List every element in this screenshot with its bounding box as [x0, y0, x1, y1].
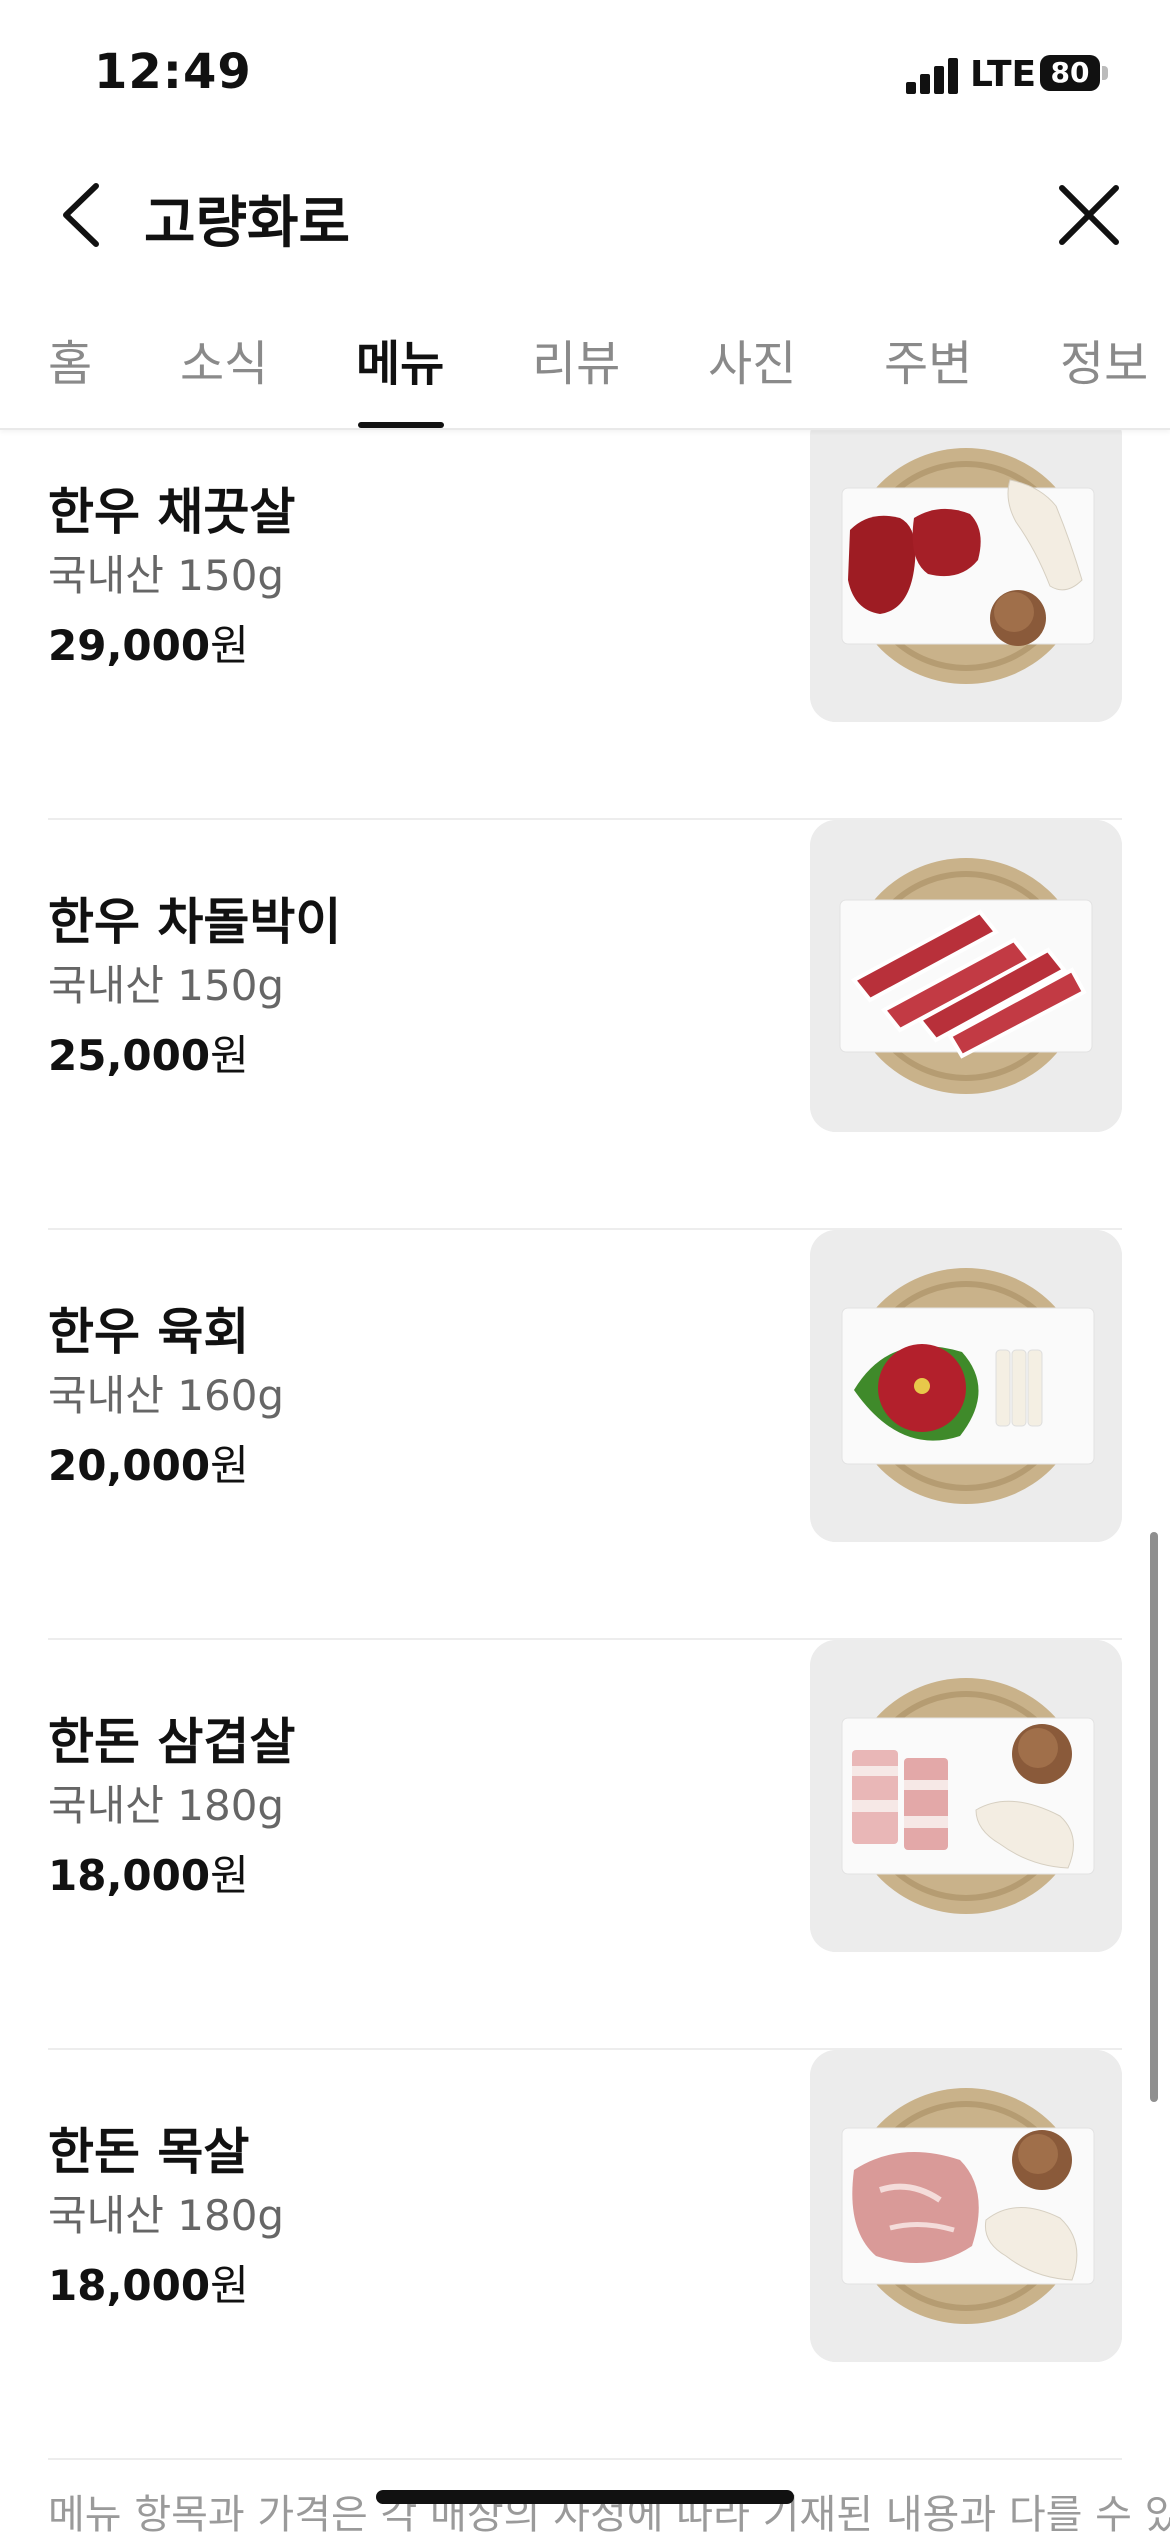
active-tab-indicator	[358, 422, 444, 428]
beef-steak-photo	[810, 410, 1122, 722]
price-currency: 원	[210, 1441, 249, 1490]
battery-level: 80	[1050, 56, 1090, 89]
menu-item-photo[interactable]	[810, 1640, 1122, 1952]
tab-info[interactable]: 정보	[1060, 324, 1148, 394]
menu-item-photo[interactable]	[810, 1230, 1122, 1542]
menu-item-price: 20,000원	[48, 1432, 249, 1493]
brisket-photo	[810, 820, 1122, 1132]
tab-nearby[interactable]: 주변	[884, 324, 972, 394]
battery-icon: 80	[1040, 55, 1108, 91]
menu-item-name: 한돈 목살	[48, 2123, 250, 2181]
price-value: 25,000	[48, 1031, 211, 1080]
tab-photos[interactable]: 사진	[708, 324, 796, 394]
pork-belly-photo	[810, 1640, 1122, 1952]
tab-menu[interactable]: 메뉴	[356, 324, 444, 394]
signal-icon	[906, 58, 958, 94]
header: 고량화로	[0, 150, 1170, 280]
menu-item[interactable]: 한우 육회 국내산 160g 20,000원	[0, 1230, 1170, 1640]
menu-item-price: 25,000원	[48, 1022, 249, 1083]
menu-item-desc: 국내산 180g	[48, 1781, 285, 1830]
home-indicator[interactable]	[376, 2490, 794, 2504]
menu-item[interactable]: 한우 채끗살 국내산 150g 29,000원	[0, 410, 1170, 820]
menu-item-desc: 국내산 150g	[48, 961, 285, 1010]
price-currency: 원	[210, 621, 249, 670]
menu-item-desc: 국내산 150g	[48, 551, 285, 600]
menu-item-desc: 국내산 180g	[48, 2191, 285, 2240]
menu-item-photo[interactable]	[810, 820, 1122, 1132]
tab-home[interactable]: 홈	[48, 324, 92, 394]
pork-neck-photo	[810, 2050, 1122, 2362]
close-icon[interactable]	[1056, 182, 1122, 248]
menu-item-price: 29,000원	[48, 612, 249, 673]
tab-reviews[interactable]: 리뷰	[532, 324, 620, 394]
price-currency: 원	[210, 1851, 249, 1900]
menu-item-name: 한돈 삼겹살	[48, 1713, 296, 1771]
menu-item-name: 한우 차돌박이	[48, 893, 342, 951]
chevron-left-icon[interactable]	[54, 180, 114, 250]
menu-item-name: 한우 채끗살	[48, 483, 296, 541]
screen: 12:49 LTE 80 고량화로 홈 소식 메뉴 리뷰 사진 주변 정보 한우…	[0, 0, 1170, 2532]
menu-item-desc: 국내산 160g	[48, 1371, 285, 1420]
menu-item[interactable]: 한돈 삼겹살 국내산 180g 18,000원	[0, 1640, 1170, 2050]
menu-item-name: 한우 육회	[48, 1303, 250, 1361]
menu-item-photo[interactable]	[810, 2050, 1122, 2362]
yukhoe-photo	[810, 1230, 1122, 1542]
status-bar: 12:49 LTE 80	[0, 0, 1170, 140]
price-value: 18,000	[48, 1851, 211, 1900]
menu-item-price: 18,000원	[48, 2252, 249, 2313]
menu-item[interactable]: 한우 차돌박이 국내산 150g 25,000원	[0, 820, 1170, 1230]
menu-item[interactable]: 한돈 목살 국내산 180g 18,000원	[0, 2050, 1170, 2460]
price-value: 20,000	[48, 1441, 211, 1490]
menu-item-photo[interactable]	[810, 410, 1122, 722]
page-title: 고량화로	[144, 191, 351, 256]
price-currency: 원	[210, 1031, 249, 1080]
status-time: 12:49	[94, 44, 252, 100]
tab-news[interactable]: 소식	[180, 324, 268, 394]
divider	[48, 2458, 1122, 2460]
menu-item-price: 18,000원	[48, 1842, 249, 1903]
price-value: 18,000	[48, 2261, 211, 2310]
price-currency: 원	[210, 2261, 249, 2310]
price-value: 29,000	[48, 621, 211, 670]
network-label: LTE	[970, 54, 1037, 95]
tab-bar: 홈 소식 메뉴 리뷰 사진 주변 정보	[0, 300, 1170, 430]
scrollbar[interactable]	[1150, 1532, 1158, 2102]
